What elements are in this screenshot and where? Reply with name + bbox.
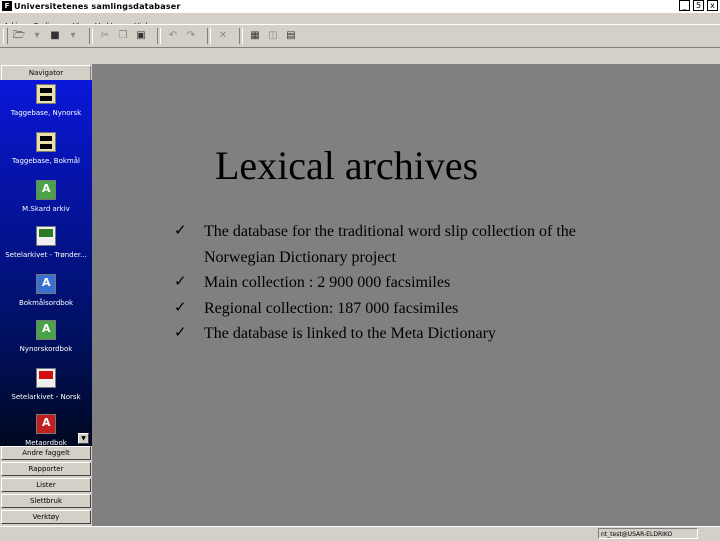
bullet-text: Main collection : 2 900 000 facsimiles xyxy=(204,274,451,291)
status-bar: nt_test@USAR-ELDRIKO xyxy=(0,526,720,541)
navigator-button-group: Andre faggelt Rapporter Lister Slettbruk… xyxy=(0,446,92,526)
view-list-icon[interactable]: ▤ xyxy=(284,29,298,43)
bullet-list: ✓ The database for the traditional word … xyxy=(174,219,614,347)
toolbar-separator xyxy=(207,28,211,44)
book-icon xyxy=(36,414,56,434)
open-folder-icon[interactable]: 🗁 xyxy=(12,29,26,43)
book-icon xyxy=(36,180,56,200)
toolbar-separator xyxy=(89,28,93,44)
nav-item-bokmalsordbok[interactable]: Bokmålsordbok xyxy=(0,274,92,308)
check-icon: ✓ xyxy=(174,325,187,341)
redo-icon[interactable]: ↷ xyxy=(184,29,198,43)
maximize-button[interactable]: 5 xyxy=(693,0,704,11)
bullet-text: The database for the traditional word sl… xyxy=(204,223,576,266)
bullet-text: Regional collection: 187 000 facsimiles xyxy=(204,299,459,317)
nav-item-label: M.Skard arkiv xyxy=(22,205,70,213)
file-cabinet-icon xyxy=(36,84,56,104)
check-icon: ✓ xyxy=(174,299,187,316)
delete-icon[interactable]: ✕ xyxy=(216,29,230,43)
nav-item-mskard-arkiv[interactable]: M.Skard arkiv xyxy=(0,180,92,214)
dropdown-arrow-icon[interactable]: ▾ xyxy=(66,29,80,43)
window-controls: _ 5 x xyxy=(679,0,718,11)
toolbar-grip[interactable] xyxy=(3,28,8,44)
bullet-item: ✓ The database for the traditional word … xyxy=(174,219,614,270)
undo-icon[interactable]: ↶ xyxy=(166,29,180,43)
nav-item-nynorskordbok[interactable]: Nynorskordbok xyxy=(0,320,92,354)
navigator-title: Navigator xyxy=(1,65,91,81)
navigator-panel: Navigator Taggebase, Nynorsk Taggebase, … xyxy=(0,64,93,526)
book-icon xyxy=(36,320,56,340)
nav-item-setelarkivet-norsk[interactable]: Setelarkivet - Norsk xyxy=(0,368,92,402)
bullet-item: ✓ Main collection : 2 900 000 facsimiles xyxy=(174,270,614,296)
title-bar: F Universitetenes samlingsdatabaser _ 5 … xyxy=(0,0,720,14)
nav-item-label: Taggebase, Bokmål xyxy=(12,157,80,165)
nav-item-label: Nynorskordbok xyxy=(19,345,73,353)
minimize-button[interactable]: _ xyxy=(679,0,690,11)
menu-bar: Arkiv Rediger Vis Verktøy Hjelp xyxy=(0,13,720,30)
nav-button-andre-fagfelt[interactable]: Andre faggelt xyxy=(1,446,91,460)
sheet-icon xyxy=(36,368,56,388)
nav-item-taggebase-bokmal[interactable]: Taggebase, Bokmål xyxy=(0,132,92,166)
paste-icon[interactable]: ▣ xyxy=(134,29,148,43)
sheet-icon xyxy=(36,226,56,246)
toolbar-separator xyxy=(239,28,243,44)
workspace: Lexical archives ✓ The database for the … xyxy=(93,64,720,526)
scroll-down-button[interactable]: ▼ xyxy=(78,433,89,444)
view-form-icon[interactable]: ▦ xyxy=(248,29,262,43)
bullet-item: ✓ The database is linked to the Meta Dic… xyxy=(174,321,614,347)
file-cabinet-icon xyxy=(36,132,56,152)
dropdown-arrow-icon[interactable]: ▾ xyxy=(30,29,44,43)
check-icon: ✓ xyxy=(174,274,187,290)
nav-button-slettbruk[interactable]: Slettbruk xyxy=(1,494,91,508)
cut-icon[interactable]: ✂ xyxy=(98,29,112,43)
nav-button-lister[interactable]: Lister xyxy=(1,478,91,492)
nav-item-label: Setelarkivet - Trønder... xyxy=(5,251,87,259)
toolbar: 🗁 ▾ ■ ▾ ✂ ❐ ▣ ↶ ↷ ✕ ▦ ◫ ▤ xyxy=(0,24,720,48)
book-icon xyxy=(36,274,56,294)
nav-item-label: Setelarkivet - Norsk xyxy=(11,393,81,401)
app-icon: F xyxy=(2,1,12,11)
bullet-item: ✓ Regional collection: 187 000 facsimile… xyxy=(174,296,614,322)
copy-icon[interactable]: ❐ xyxy=(116,29,130,43)
check-icon: ✓ xyxy=(174,223,187,239)
status-user: nt_test@USAR-ELDRIKO xyxy=(598,528,698,539)
nav-button-rapporter[interactable]: Rapporter xyxy=(1,462,91,476)
toolbar-separator xyxy=(157,28,161,44)
nav-button-verktoy[interactable]: Verktøy xyxy=(1,510,91,524)
nav-item-label: Taggebase, Nynorsk xyxy=(10,109,82,117)
nav-item-label: Bokmålsordbok xyxy=(18,299,74,307)
nav-item-setelarkivet-tronder[interactable]: Setelarkivet - Trønder... xyxy=(0,226,92,260)
bullet-text: The database is linked to the Meta Dicti… xyxy=(204,325,496,342)
close-button[interactable]: x xyxy=(707,0,718,11)
window-title: Universitetenes samlingsdatabaser xyxy=(14,2,181,11)
record-icon[interactable]: ■ xyxy=(48,29,62,43)
slide-title: Lexical archives xyxy=(215,143,479,188)
view-columns-icon[interactable]: ◫ xyxy=(266,29,280,43)
nav-item-taggebase-nynorsk[interactable]: Taggebase, Nynorsk xyxy=(0,84,92,118)
navigator-list[interactable]: Taggebase, Nynorsk Taggebase, Bokmål M.S… xyxy=(0,80,92,446)
